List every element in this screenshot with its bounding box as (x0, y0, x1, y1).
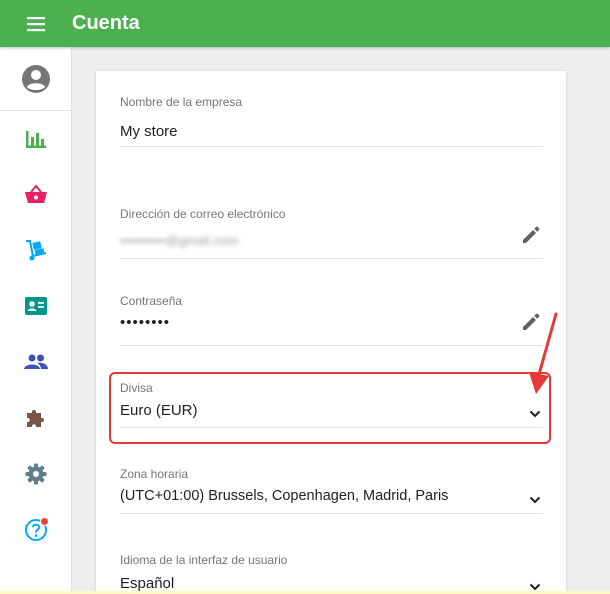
gear-icon (25, 463, 47, 485)
basket-icon (25, 184, 47, 203)
edit-password-button[interactable] (519, 310, 543, 334)
sidebar-item-customers[interactable] (0, 284, 72, 328)
avatar[interactable] (0, 47, 71, 111)
bar-chart-icon (26, 131, 46, 148)
email-field: Dirección de correo electrónico ••••••••… (120, 207, 543, 260)
pencil-icon (523, 226, 540, 243)
sidebar-item-reports[interactable] (0, 117, 72, 161)
sidebar-item-employees[interactable] (0, 340, 72, 384)
currency-dropdown-toggle[interactable] (527, 407, 543, 421)
language-value: Español (120, 575, 175, 592)
puzzle-icon (27, 410, 44, 427)
email-value: ••••••••••@gmail.com (120, 233, 238, 248)
contact-card-icon (25, 297, 47, 315)
language-label: Idioma de la interfaz de usuario (120, 553, 288, 567)
field-divider (120, 427, 543, 428)
field-divider (120, 345, 543, 346)
language-select[interactable]: Idioma de la interfaz de usuario Español (120, 553, 543, 594)
currency-select[interactable]: Divisa Euro (EUR) (120, 381, 543, 434)
chevron-down-icon (529, 496, 541, 504)
hand-truck-icon (26, 240, 47, 261)
timezone-value: (UTC+01:00) Brussels, Copenhagen, Madrid… (120, 488, 449, 504)
menu-button[interactable] (0, 0, 72, 47)
timezone-dropdown-toggle[interactable] (527, 493, 543, 507)
page-title: Cuenta (72, 12, 140, 34)
email-label: Dirección de correo electrónico (120, 207, 286, 221)
password-field: Contraseña •••••••• (120, 294, 543, 347)
business-name-field[interactable]: Nombre de la empresa My store (120, 95, 543, 148)
top-app-bar: Cuenta (0, 0, 610, 47)
chevron-down-icon (529, 583, 541, 591)
password-value: •••••••• (120, 314, 171, 331)
field-divider (120, 258, 543, 259)
field-divider (120, 513, 543, 514)
sidebar-nav (0, 47, 72, 594)
password-label: Contraseña (120, 294, 183, 308)
currency-value: Euro (EUR) (120, 402, 198, 419)
currency-label: Divisa (120, 381, 153, 395)
sidebar-item-sales[interactable] (0, 172, 72, 216)
account-settings-card: Nombre de la empresa My store Dirección … (96, 71, 566, 594)
business-name-value: My store (120, 123, 178, 140)
timezone-select[interactable]: Zona horaria (UTC+01:00) Brussels, Copen… (120, 467, 543, 520)
timezone-label: Zona horaria (120, 467, 189, 481)
business-name-label: Nombre de la empresa (120, 95, 243, 109)
sidebar-item-settings[interactable] (0, 452, 72, 496)
sidebar-item-integrations[interactable] (0, 396, 72, 440)
edit-email-button[interactable] (519, 223, 543, 247)
sidebar-item-inventory[interactable] (0, 228, 72, 272)
pencil-icon (523, 313, 540, 330)
hamburger-menu-icon (27, 16, 45, 31)
notification-badge (40, 517, 49, 526)
people-icon (24, 354, 48, 369)
field-divider (120, 146, 543, 147)
account-circle-icon (21, 64, 50, 93)
chevron-down-icon (529, 410, 541, 418)
sidebar-item-help[interactable] (0, 508, 72, 552)
